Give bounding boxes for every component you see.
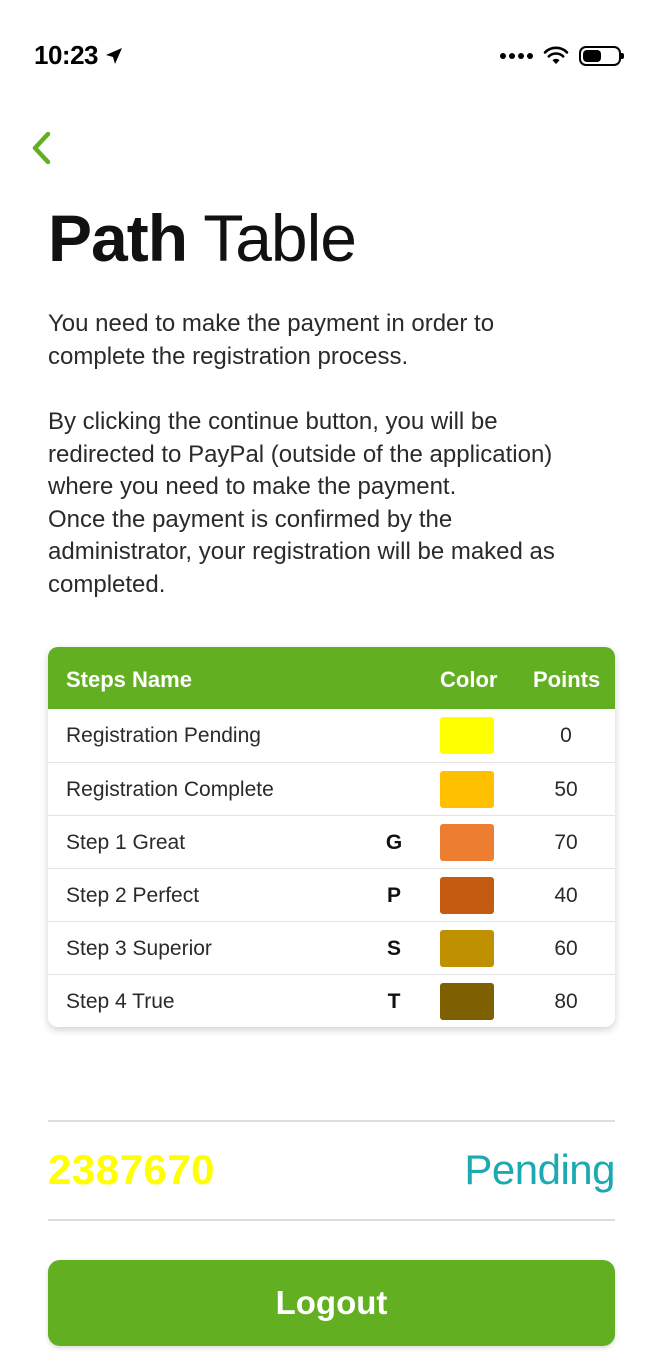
- row-step-name: Step 4 True: [66, 990, 175, 1013]
- registration-code: 2387670: [48, 1146, 216, 1193]
- column-header-points: Points: [533, 667, 601, 692]
- row-points: 50: [554, 778, 578, 801]
- wifi-icon: [543, 46, 569, 64]
- row-color-swatch: [440, 930, 494, 967]
- row-points: 0: [560, 724, 572, 747]
- row-step-name: Registration Pending: [66, 724, 261, 747]
- status-icons: [500, 46, 624, 66]
- table-row: Registration Pending 0: [48, 709, 615, 762]
- screen: 10:23 Path Table You need to make the pa…: [0, 0, 665, 1362]
- column-header-color: Color: [440, 667, 498, 692]
- table-row: Registration Complete 50: [48, 762, 615, 815]
- row-color-swatch: [440, 771, 494, 808]
- row-color-swatch: [440, 877, 494, 914]
- status-time: 10:23: [34, 40, 99, 70]
- divider: [48, 1219, 615, 1221]
- table-body: Registration Pending 0 Registration Comp…: [48, 709, 615, 1027]
- back-button[interactable]: [28, 130, 58, 166]
- chevron-left-icon: [32, 131, 51, 165]
- paragraph-line: By clicking the continue button, you wil…: [48, 408, 498, 435]
- column-header-name: Steps Name: [66, 667, 192, 692]
- row-color-swatch: [440, 824, 494, 861]
- row-step-name: Step 1 Great: [66, 831, 186, 854]
- row-points: 70: [554, 831, 578, 854]
- location-arrow-icon: [106, 47, 122, 64]
- table-row: Step 2 Perfect P 40: [48, 868, 615, 921]
- row-step-name: Registration Complete: [66, 778, 274, 801]
- row-points: 60: [554, 937, 578, 960]
- table-header: Steps Name Color Points: [48, 647, 615, 709]
- row-step-code: P: [386, 884, 401, 907]
- row-step-name: Step 2 Perfect: [66, 884, 200, 907]
- page-title-light: Table: [203, 201, 357, 275]
- status-bar: 10:23: [34, 40, 624, 90]
- row-step-name: Step 3 Superior: [66, 937, 212, 960]
- paragraph-line: You need to make the payment in order to: [48, 310, 495, 337]
- paragraph-line: completed.: [48, 570, 166, 598]
- paragraph-line: where you need to make the payment.: [48, 473, 457, 500]
- row-color-swatch: [440, 717, 494, 754]
- paypal-info-paragraph: By clicking the continue button, you wil…: [48, 406, 628, 601]
- cellular-dots-icon: [500, 53, 533, 59]
- row-step-code: T: [387, 990, 401, 1013]
- paragraph-line: complete the registration process.: [48, 342, 409, 370]
- row-step-code: G: [385, 831, 403, 854]
- row-color-swatch: [440, 983, 494, 1020]
- table-row: Step 4 True T 80: [48, 974, 615, 1027]
- paragraph-line: redirected to PayPal (outside of the app…: [48, 440, 553, 468]
- status-time-group: 10:23: [34, 40, 124, 71]
- logout-button[interactable]: Logout: [48, 1260, 615, 1346]
- row-points: 40: [554, 884, 578, 907]
- registration-status: Pending: [464, 1146, 615, 1193]
- paragraph-line: Once the payment is confirmed by the: [48, 505, 453, 533]
- divider: [48, 1120, 615, 1122]
- row-points: 80: [554, 990, 578, 1013]
- row-step-code: S: [386, 937, 401, 960]
- page-title-bold: Path: [48, 201, 188, 275]
- table-row: Step 1 Great G 70: [48, 815, 615, 868]
- table-row: Step 3 Superior S 60: [48, 921, 615, 974]
- path-table: Steps Name Color Points Registration Pen…: [48, 647, 615, 1027]
- page-title: Path Table: [48, 200, 357, 276]
- battery-icon: [579, 46, 624, 66]
- payment-info-paragraph: You need to make the payment in order to…: [48, 308, 628, 373]
- paragraph-line: administrator, your registration will be…: [48, 538, 555, 565]
